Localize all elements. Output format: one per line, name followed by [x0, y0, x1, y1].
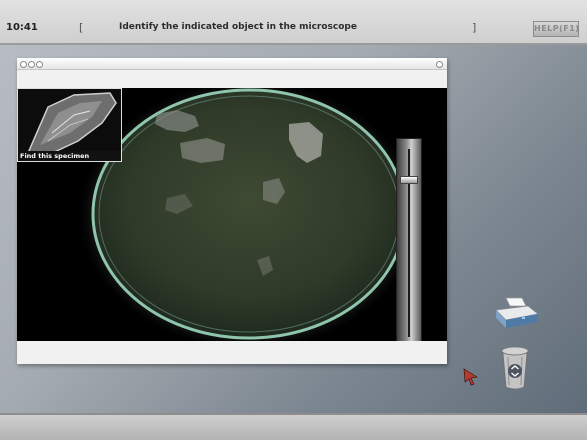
- slider-thumb[interactable]: [400, 176, 418, 184]
- window-resize-icon[interactable]: [436, 61, 443, 68]
- task-prompt: Identify the indicated object in the mic…: [119, 22, 357, 32]
- help-button[interactable]: HELP(F1): [533, 21, 579, 37]
- bracket-right: ]: [472, 21, 477, 34]
- focus-slider[interactable]: [396, 138, 422, 341]
- clock: 10:41: [6, 22, 38, 33]
- printer-icon[interactable]: [492, 296, 540, 332]
- target-specimen-panel: Find this specimen: [17, 88, 122, 162]
- trash-icon[interactable]: [499, 345, 531, 391]
- window-titlebar[interactable]: [17, 58, 447, 70]
- specimen-caption: Find this specimen: [18, 151, 121, 161]
- window-minimize-icon[interactable]: [28, 61, 35, 68]
- microscope-window: Find this specimen: [17, 58, 447, 364]
- window-zoom-icon[interactable]: [36, 61, 43, 68]
- specimen-blob-2: [180, 138, 225, 163]
- window-close-icon[interactable]: [20, 61, 27, 68]
- bottom-bar: [0, 413, 587, 440]
- bracket-left: [: [79, 21, 84, 34]
- top-bar: 10:41 [ Identify the indicated object in…: [0, 0, 587, 45]
- pointer-cursor-icon: [463, 368, 478, 386]
